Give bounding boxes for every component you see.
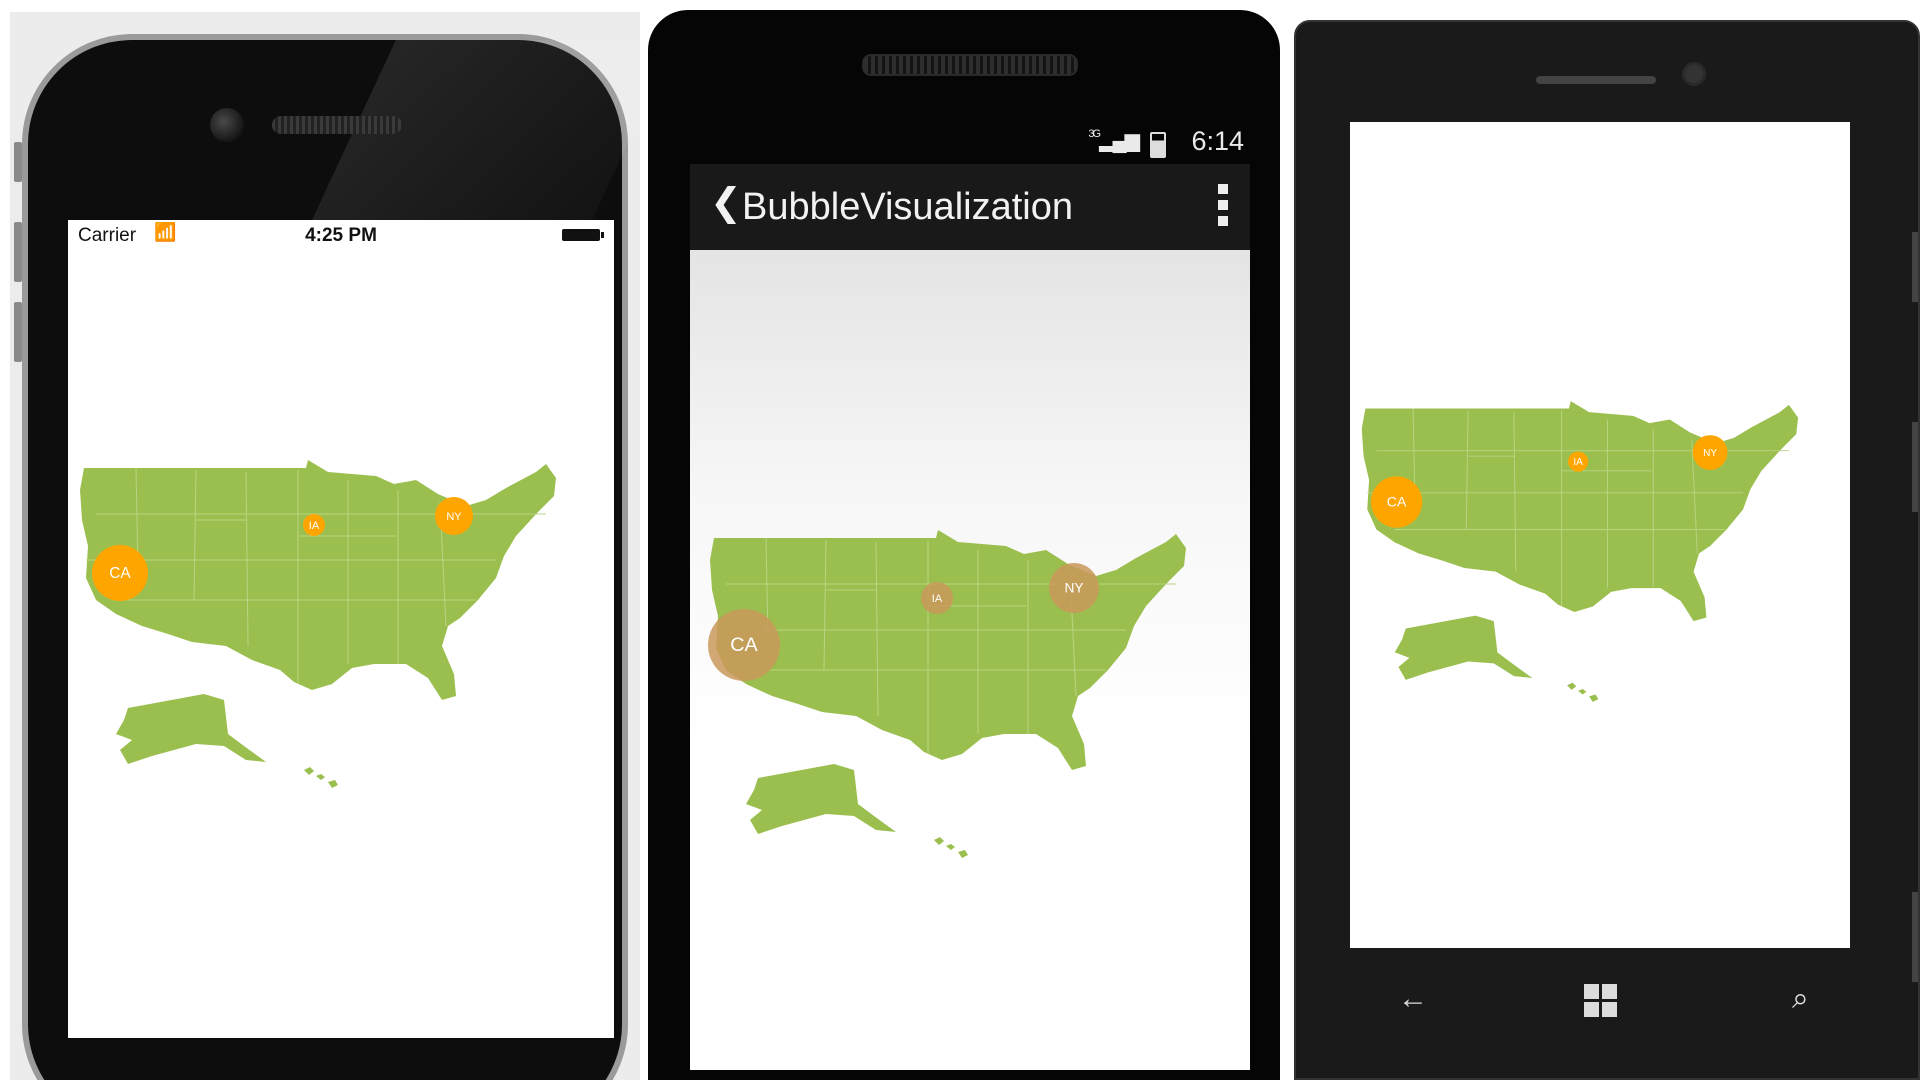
back-arrow-icon[interactable]: ← — [1398, 982, 1428, 1016]
volume-button — [1912, 232, 1918, 302]
hawaii-island — [958, 850, 968, 858]
battery-icon — [1150, 132, 1166, 158]
contiguous-us-shape — [1361, 401, 1799, 622]
overflow-menu-icon[interactable] — [1218, 184, 1228, 232]
ios-status-bar: Carrier 📶 4:25 PM — [68, 220, 614, 248]
earpiece-speaker — [272, 116, 402, 134]
bubble-label-ia: IA — [1573, 457, 1583, 468]
map-svg: CA IA NY — [708, 530, 1186, 858]
android-status-bar: 3G▂▄▆ 6:14 — [690, 122, 1250, 158]
bubble-label-ca: CA — [1387, 494, 1407, 510]
hawaii-island — [946, 844, 955, 850]
earpiece-speaker — [1536, 76, 1656, 84]
front-camera — [210, 108, 244, 142]
hawaii-island — [1567, 682, 1577, 690]
back-chevron-icon[interactable]: ❮ — [710, 180, 742, 225]
bubble-label-ia: IA — [309, 520, 320, 532]
us-map-ios[interactable]: CA IA NY — [76, 450, 606, 810]
bubble-label-ny: NY — [1064, 581, 1083, 596]
iphone-volume-down — [14, 302, 22, 362]
bubble-label-ca: CA — [109, 565, 131, 582]
map-svg: CA IA NY — [80, 460, 556, 788]
us-map-android[interactable]: CA IA NY — [706, 520, 1236, 880]
android-device: 3G▂▄▆ 6:14 ❮ BubbleVisualization CA IA NY — [648, 10, 1280, 1080]
search-icon[interactable]: ⌕ — [1792, 982, 1809, 1016]
page-title: BubbleVisualization — [742, 186, 1073, 228]
front-camera — [1682, 62, 1706, 86]
hawaii-island — [316, 774, 325, 780]
bubble-label-ny: NY — [1703, 448, 1717, 459]
alaska-shape — [746, 764, 896, 834]
hawaii-island — [304, 767, 314, 775]
bubble-label-ia: IA — [932, 593, 943, 605]
windows-start-icon[interactable] — [1584, 984, 1618, 1018]
action-bar: ❮ BubbleVisualization — [690, 164, 1250, 250]
signal-icon: 3G▂▄▆ — [1088, 128, 1140, 152]
hawaii-island — [1578, 689, 1587, 695]
hawaii-island — [934, 837, 944, 845]
iphone-device: Carrier 📶 4:25 PM CA IA NY — [10, 12, 640, 1080]
winphone-screen: CA IA NY — [1350, 122, 1850, 948]
alaska-shape — [1394, 615, 1533, 680]
iphone-mute-switch — [14, 142, 22, 182]
network-type: 3G — [1088, 128, 1101, 140]
speaker-grille — [862, 54, 1078, 76]
android-screen: CA IA NY — [690, 250, 1250, 1070]
hawaii-island — [328, 780, 338, 788]
alaska-shape — [116, 694, 266, 764]
battery-icon — [562, 229, 604, 241]
bubble-label-ca: CA — [730, 634, 758, 656]
hawaii-island — [1589, 694, 1599, 702]
us-map-winphone[interactable]: CA IA NY — [1356, 392, 1846, 722]
iphone-volume-up — [14, 222, 22, 282]
power-button — [1912, 422, 1918, 512]
status-time: 4:25 PM — [305, 225, 377, 246]
contiguous-us-shape — [80, 460, 556, 700]
contiguous-us-shape — [710, 530, 1186, 770]
bubble-label-ny: NY — [446, 511, 462, 523]
iphone-screen: Carrier 📶 4:25 PM CA IA NY — [68, 220, 614, 1038]
map-svg: CA IA NY — [1361, 401, 1799, 702]
camera-button — [1912, 892, 1918, 982]
status-time: 6:14 — [1191, 126, 1244, 156]
windows-phone-device: CA IA NY ← ⌕ — [1294, 20, 1920, 1080]
